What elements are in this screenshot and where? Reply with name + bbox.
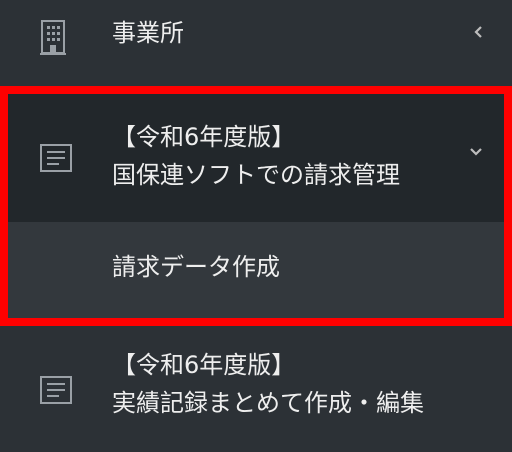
- building-icon: [40, 20, 66, 55]
- document-lines-icon: [40, 144, 72, 172]
- sidebar-subitem-billing-data[interactable]: 請求データ作成: [8, 222, 504, 318]
- label-line-2: 国保連ソフトでの請求管理: [112, 161, 400, 189]
- sidebar-item-office[interactable]: 事業所: [0, 0, 512, 86]
- chevron-left-icon[interactable]: [472, 24, 484, 40]
- label-line-1: 【令和6年度版】: [112, 351, 296, 379]
- sidebar-item-label: 【令和6年度版】 国保連ソフトでの請求管理: [112, 118, 400, 194]
- chevron-down-icon[interactable]: [468, 146, 484, 158]
- label-line-2: 実績記録まとめて作成・編集: [112, 389, 424, 417]
- sidebar-item-label: 事業所: [112, 19, 184, 47]
- sidebar-menu: 事業所 【令和6年度版】 国保連ソフトでの請求管理 請求データ作成 【令和6年度…: [0, 0, 512, 452]
- sidebar-item-billing[interactable]: 【令和6年度版】 国保連ソフトでの請求管理: [8, 94, 504, 222]
- label-line-1: 【令和6年度版】: [112, 123, 296, 151]
- sidebar-group-billing: 【令和6年度版】 国保連ソフトでの請求管理 請求データ作成: [0, 86, 512, 326]
- document-lines-icon: [40, 376, 72, 404]
- sidebar-item-label: 【令和6年度版】 実績記録まとめて作成・編集: [112, 346, 424, 422]
- sidebar-subitem-label: 請求データ作成: [112, 253, 280, 281]
- sidebar-item-records[interactable]: 【令和6年度版】 実績記録まとめて作成・編集: [0, 326, 512, 452]
